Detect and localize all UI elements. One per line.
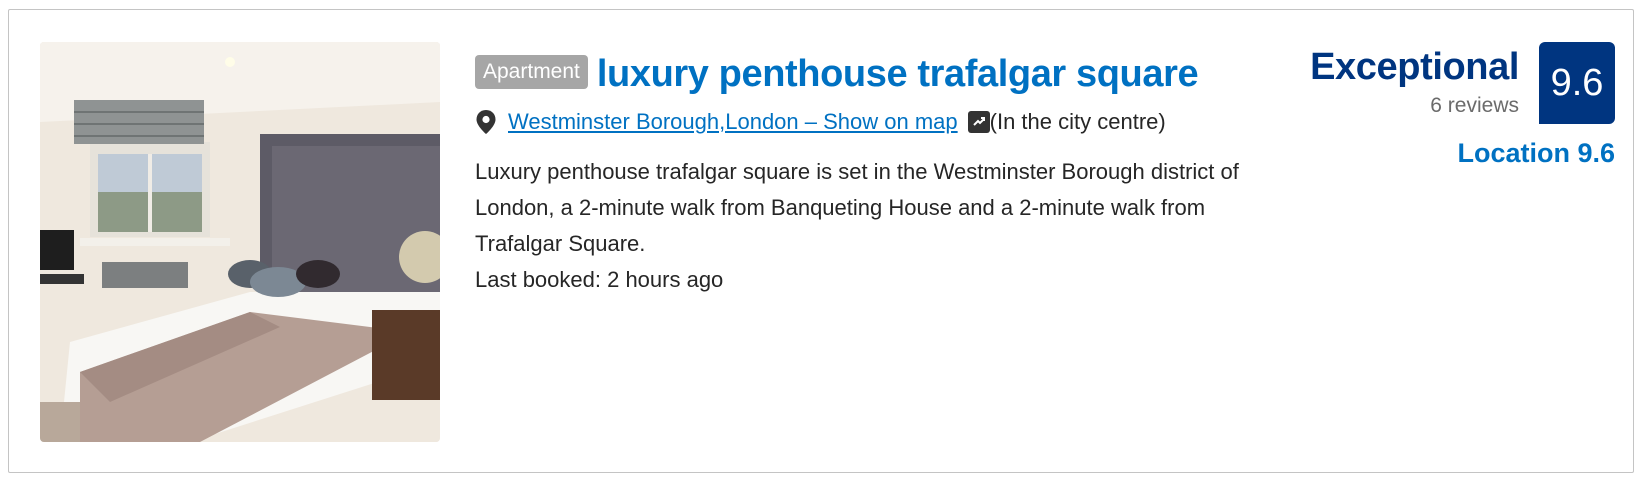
review-count: 6 reviews	[1430, 94, 1519, 117]
review-score-badge: 9.6	[1539, 42, 1615, 124]
property-description: Luxury penthouse trafalgar square is set…	[475, 159, 1239, 256]
location-row: Westminster Borough,London – Show on map…	[475, 104, 1275, 140]
review-verdict: Exceptional	[1310, 46, 1519, 88]
show-on-map-link[interactable]: Westminster Borough,London – Show on map	[508, 109, 958, 135]
listing-details: Apartment luxury penthouse trafalgar squ…	[475, 50, 1275, 298]
title-row: Apartment luxury penthouse trafalgar squ…	[475, 50, 1275, 98]
city-centre-icon	[967, 111, 990, 133]
map-pin-icon	[476, 110, 496, 134]
property-card: Apartment luxury penthouse trafalgar squ…	[8, 9, 1634, 473]
location-score: Location 9.6	[1457, 138, 1615, 168]
city-centre-note: (In the city centre)	[989, 109, 1166, 134]
bedroom-image	[40, 42, 440, 442]
property-title-link[interactable]: luxury penthouse trafalgar square	[597, 53, 1199, 96]
property-photo[interactable]	[40, 42, 440, 442]
review-score-block[interactable]: Exceptional 6 reviews 9.6 Location 9.6	[1275, 42, 1615, 182]
property-type-badge: Apartment	[475, 55, 588, 89]
last-booked-text: Last booked: 2 hours ago	[475, 267, 724, 292]
